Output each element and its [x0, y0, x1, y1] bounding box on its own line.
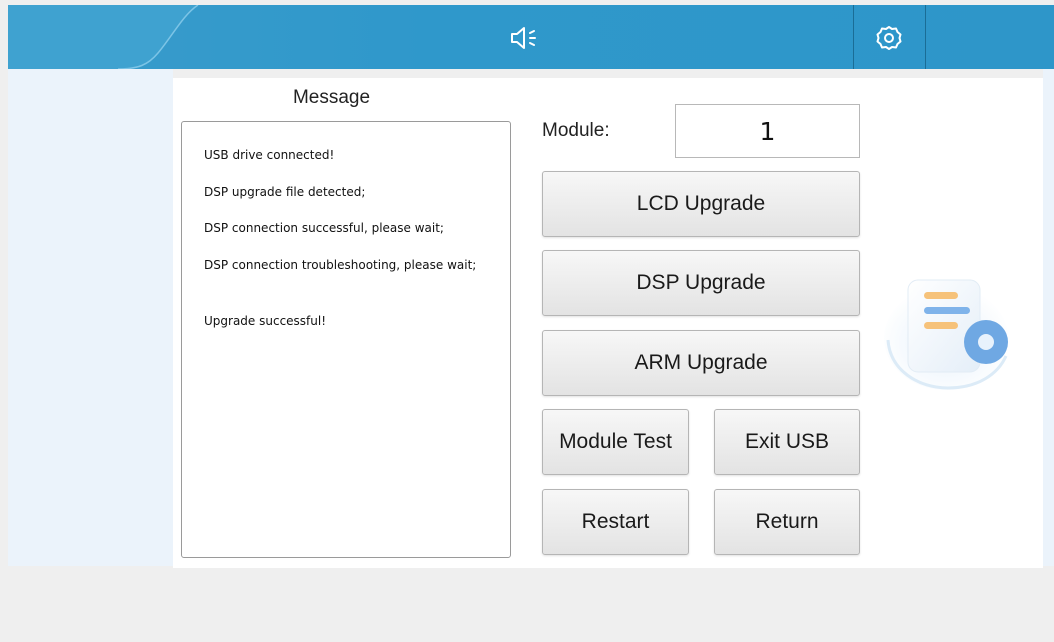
return-button[interactable]: Return	[714, 489, 860, 555]
left-background	[8, 69, 173, 566]
module-label: Module:	[542, 120, 610, 141]
arm-upgrade-button[interactable]: ARM Upgrade	[542, 330, 860, 396]
header-divider	[853, 5, 854, 69]
module-number-field[interactable]: 1	[675, 104, 860, 158]
speaker-icon[interactable]	[509, 25, 543, 51]
exit-usb-button[interactable]: Exit USB	[714, 409, 860, 475]
header-wave-decoration	[8, 5, 199, 69]
restart-button[interactable]: Restart	[542, 489, 689, 555]
message-title: Message	[292, 87, 371, 108]
document-settings-icon	[884, 279, 1008, 390]
module-test-button[interactable]: Module Test	[542, 409, 689, 475]
message-line: DSP connection successful, please wait;	[204, 221, 444, 235]
lcd-upgrade-button[interactable]: LCD Upgrade	[542, 171, 860, 237]
top-bar	[8, 5, 1054, 69]
message-line: DSP connection troubleshooting, please w…	[204, 258, 477, 272]
message-line: USB drive connected!	[204, 148, 335, 162]
header-divider	[925, 5, 926, 69]
message-log[interactable]: USB drive connected! DSP upgrade file de…	[181, 121, 511, 558]
message-line: Upgrade successful!	[204, 314, 327, 328]
gear-icon[interactable]	[876, 25, 902, 51]
dsp-upgrade-button[interactable]: DSP Upgrade	[542, 250, 860, 316]
message-line: DSP upgrade file detected;	[204, 185, 366, 199]
right-background	[1043, 69, 1054, 566]
